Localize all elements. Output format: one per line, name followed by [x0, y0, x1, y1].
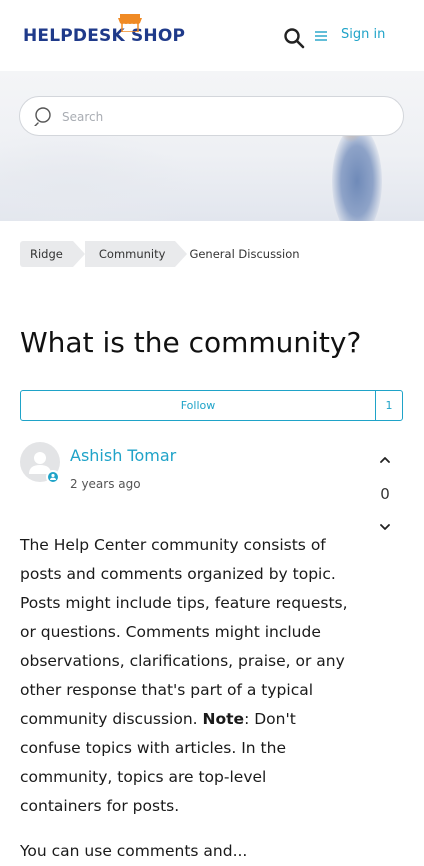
breadcrumb-current: General Discussion — [189, 247, 300, 261]
shop-awning-icon — [118, 14, 142, 32]
author-name[interactable]: Ashish Tomar — [70, 446, 176, 465]
post-body-text: The Help Center community consists of po… — [20, 536, 348, 728]
hero-background-figure — [332, 126, 382, 221]
logo-text: HELPDESK SHOP — [23, 26, 186, 46]
search-icon — [34, 107, 51, 126]
follow-control: Follow 1 — [20, 390, 403, 421]
breadcrumb-item-community[interactable]: Community — [84, 241, 187, 267]
user-badge-icon — [46, 470, 60, 484]
sign-in-link[interactable]: Sign in — [341, 27, 385, 42]
chevron-up-icon[interactable] — [377, 452, 393, 468]
top-header: HELPDESK SHOP Sign in — [0, 0, 424, 71]
chevron-down-icon[interactable] — [377, 519, 393, 535]
search-bar[interactable] — [19, 96, 404, 136]
post-date: 2 years ago — [70, 477, 141, 491]
post-body: The Help Center community consists of po… — [20, 531, 350, 866]
hamburger-menu-icon[interactable] — [313, 28, 329, 44]
breadcrumb-item-ridge[interactable]: Ridge — [20, 241, 85, 267]
follow-button[interactable]: Follow — [21, 391, 375, 420]
breadcrumb: Ridge Community General Discussion — [20, 241, 300, 267]
post-body-paragraph: The Help Center community consists of po… — [20, 531, 350, 821]
note-label: Note — [202, 710, 245, 728]
follow-count: 1 — [375, 391, 402, 420]
hero-banner — [0, 71, 424, 221]
vote-count: 0 — [380, 485, 390, 503]
logo[interactable]: HELPDESK SHOP — [23, 26, 185, 46]
page-title: What is the community? — [20, 326, 362, 359]
post-body-paragraph-2: You can use comments and... — [20, 842, 248, 860]
hero-background-blur — [0, 131, 200, 221]
search-input[interactable] — [60, 106, 384, 128]
search-icon[interactable] — [282, 26, 306, 50]
